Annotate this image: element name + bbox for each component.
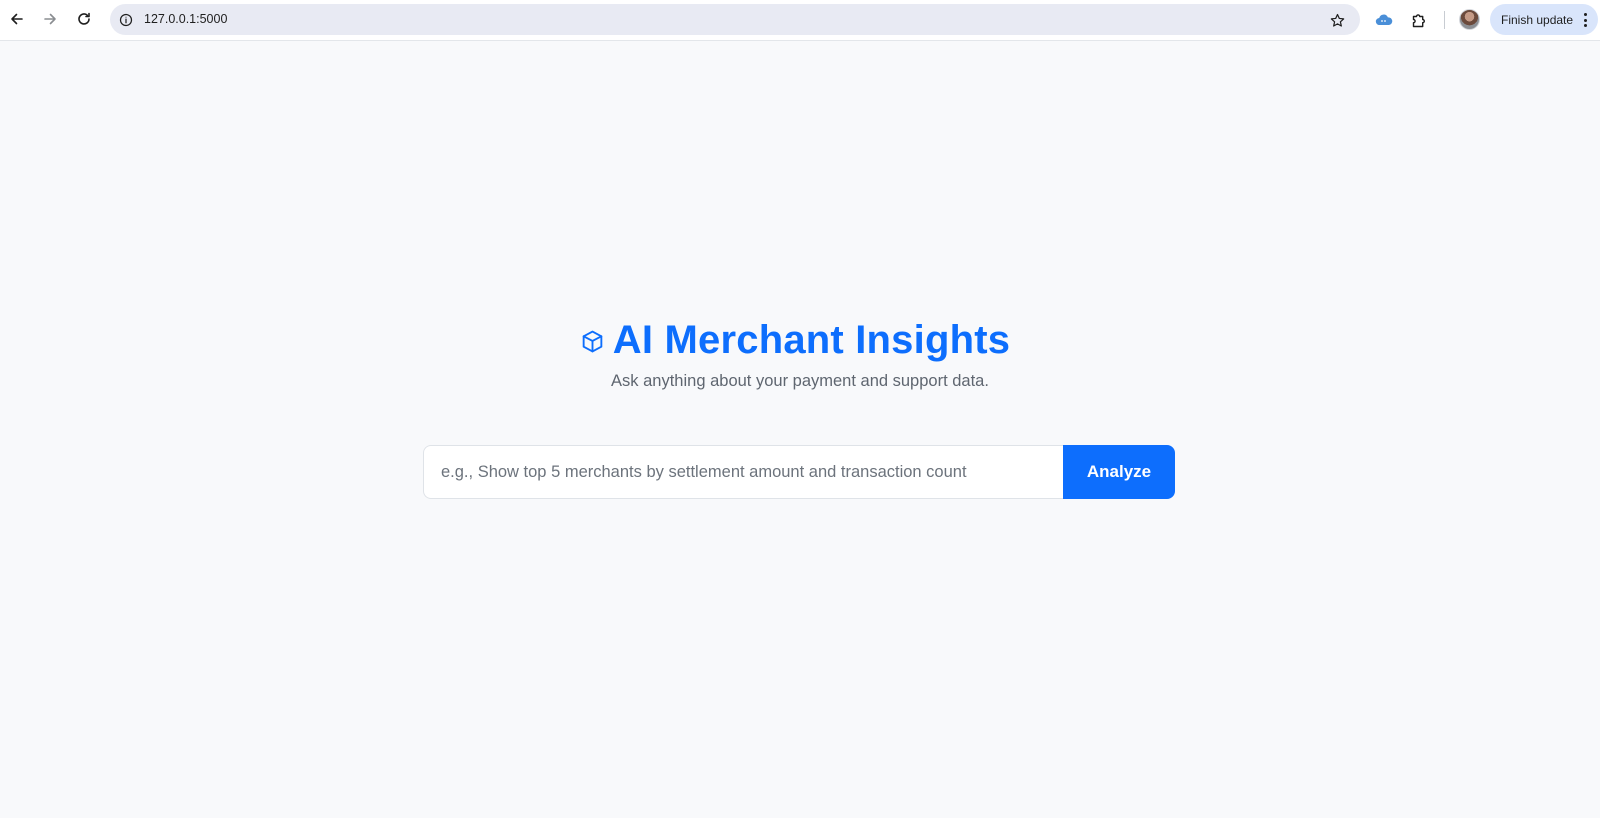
- kebab-menu-icon[interactable]: [1584, 13, 1588, 27]
- back-button[interactable]: [2, 4, 32, 34]
- page-subtitle: Ask anything about your payment and supp…: [611, 372, 989, 390]
- toolbar-divider: [1444, 11, 1445, 29]
- info-icon: [119, 13, 133, 26]
- reload-icon: [78, 12, 90, 25]
- cube-icon: [582, 330, 603, 353]
- reload-button[interactable]: [69, 4, 99, 34]
- page-title: AI Merchant Insights: [612, 318, 1011, 362]
- finish-update-button[interactable]: Finish update: [1490, 4, 1598, 35]
- site-info-button[interactable]: [113, 7, 139, 32]
- analyze-button[interactable]: Analyze: [1063, 445, 1175, 499]
- star-icon: [1330, 13, 1344, 27]
- bookmark-button[interactable]: [1326, 9, 1348, 31]
- query-input[interactable]: [423, 445, 1063, 499]
- address-bar[interactable]: 127.0.0.1:5000: [110, 4, 1360, 35]
- title-row: AI Merchant Insights: [580, 318, 1010, 363]
- extension-button[interactable]: [1372, 8, 1396, 32]
- profile-avatar[interactable]: [1459, 9, 1480, 30]
- arrow-left-icon: [11, 13, 23, 25]
- extensions-menu-button[interactable]: [1407, 8, 1431, 32]
- finish-update-label: Finish update: [1501, 12, 1574, 27]
- forward-button[interactable]: [35, 4, 65, 34]
- hero-section: AI Merchant Insights Ask anything about …: [0, 318, 1600, 391]
- puzzle-icon: [1412, 13, 1425, 27]
- cloud-icon: [1375, 14, 1393, 26]
- browser-toolbar: 127.0.0.1:5000 Finish update: [0, 0, 1600, 41]
- arrow-right-icon: [44, 13, 56, 25]
- query-form: Analyze: [423, 445, 1175, 499]
- url-text[interactable]: 127.0.0.1:5000: [144, 4, 227, 35]
